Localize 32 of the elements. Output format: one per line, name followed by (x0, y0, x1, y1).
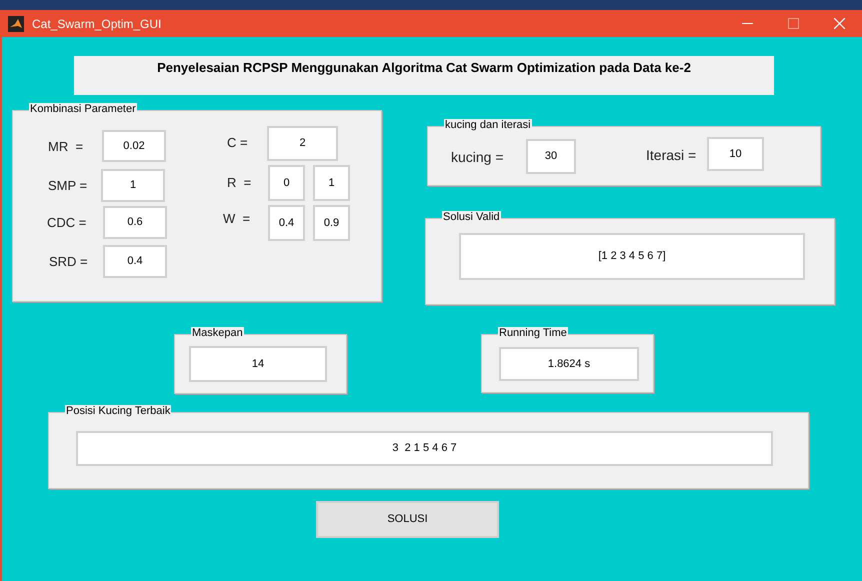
value-field[interactable]: 1 (101, 169, 165, 202)
value-field[interactable]: 0.9 (313, 205, 350, 241)
value-field[interactable]: 0.4 (103, 245, 167, 278)
field-label: Iterasi = (646, 146, 696, 165)
field-label: W = (223, 210, 250, 228)
value-field[interactable]: 0.02 (102, 130, 166, 162)
value-field[interactable]: 1 (313, 165, 350, 201)
field-label: R = (227, 174, 252, 192)
panel-title: kucing dan iterasi (444, 119, 532, 132)
solve-button[interactable]: SOLUSI (316, 501, 499, 538)
app-logo-icon (8, 16, 24, 32)
field-label: SMP = (48, 177, 88, 195)
field-label: MR = (48, 138, 84, 156)
heading: Penyelesaian RCPSP Menggunakan Algoritma Cat Swarm Optimization pada Data ke-2 (157, 59, 691, 77)
value-field[interactable]: 10 (707, 137, 764, 171)
value-field[interactable]: 0.6 (103, 206, 167, 239)
window-title: Cat_Swarm_Optim_GUI (32, 16, 162, 32)
field-label: SRD = (49, 253, 88, 271)
value-field[interactable]: [1 2 3 4 5 6 7] (459, 233, 805, 280)
value-field[interactable]: 2 (267, 126, 338, 161)
value-field[interactable]: 14 (189, 346, 327, 382)
field-label: C = (227, 134, 248, 152)
field-label: kucing = (451, 148, 504, 167)
panel-title: Posisi Kucing Terbaik (65, 405, 172, 418)
value-field[interactable]: 0.4 (268, 205, 305, 241)
panel-title: Maskepan (191, 327, 244, 340)
value-field[interactable]: 1.8624 s (499, 347, 639, 381)
panel-title: Running Time (498, 327, 568, 340)
value-field[interactable]: 3 2 1 5 4 6 7 (76, 431, 773, 466)
value-field[interactable]: 0 (268, 165, 305, 201)
value-field[interactable]: 30 (526, 139, 576, 174)
field-label: CDC = (47, 214, 86, 232)
